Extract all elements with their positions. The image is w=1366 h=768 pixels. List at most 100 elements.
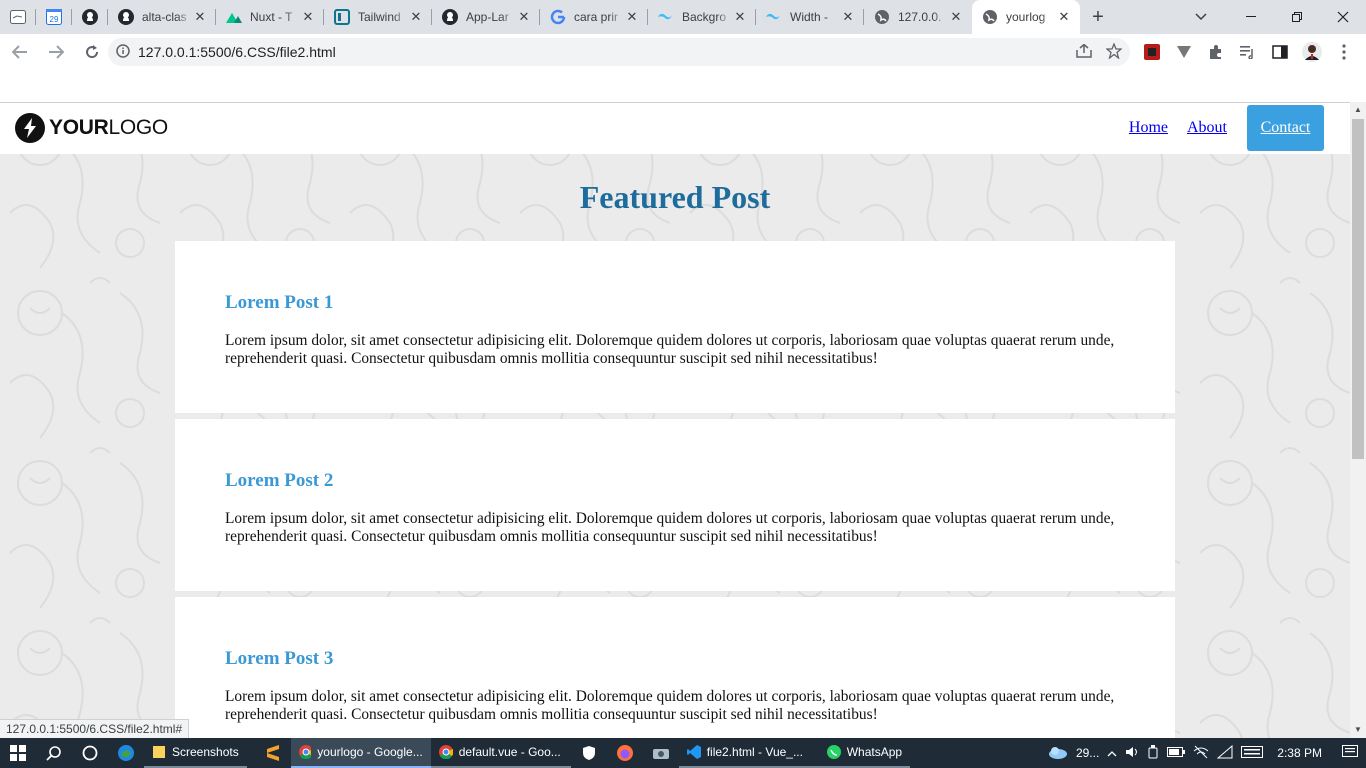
close-icon[interactable]: ✕ bbox=[1056, 9, 1072, 25]
close-icon[interactable]: ✕ bbox=[840, 9, 856, 25]
window-controls bbox=[1228, 0, 1366, 34]
taskbar-app-vscode[interactable]: file2.html - Vue_... bbox=[678, 738, 819, 768]
cortana-icon[interactable] bbox=[72, 738, 108, 768]
profile-avatar[interactable] bbox=[1296, 38, 1328, 66]
side-panel-icon[interactable] bbox=[1264, 38, 1296, 66]
tab-6[interactable]: App-Lar ✕ bbox=[432, 0, 540, 34]
taskbar-app-screenshots[interactable]: Screenshots bbox=[144, 738, 247, 768]
search-icon[interactable] bbox=[36, 738, 72, 768]
tab-8[interactable]: Backgro ✕ bbox=[648, 0, 756, 34]
nav-home-link[interactable]: Home bbox=[1129, 119, 1168, 137]
battery-icon[interactable] bbox=[1167, 746, 1186, 760]
media-queue-icon[interactable] bbox=[1232, 38, 1264, 66]
tab-4[interactable]: Nuxt - T ✕ bbox=[216, 0, 324, 34]
scroll-up-arrow-icon[interactable]: ▲ bbox=[1350, 102, 1366, 118]
browser-toolbar: 127.0.0.1:5500/6.CSS/file2.html bbox=[0, 34, 1366, 70]
page-scrollbar[interactable]: ▲ ▼ bbox=[1350, 102, 1366, 738]
sublime-icon[interactable] bbox=[255, 738, 291, 768]
github-icon bbox=[442, 9, 458, 25]
clock-time[interactable]: 2:38 PM bbox=[1277, 746, 1322, 760]
scroll-down-arrow-icon[interactable]: ▼ bbox=[1350, 722, 1366, 738]
tab-icon bbox=[10, 9, 26, 25]
minimize-icon[interactable] bbox=[1228, 0, 1274, 34]
featured-post-heading: Featured Post bbox=[579, 179, 771, 215]
forward-arrow-icon[interactable] bbox=[40, 36, 72, 68]
close-window-icon[interactable] bbox=[1320, 0, 1366, 34]
globe-icon bbox=[982, 9, 998, 25]
tab-10[interactable]: 127.0.0. ✕ bbox=[864, 0, 972, 34]
new-tab-button[interactable]: + bbox=[1080, 6, 1116, 29]
windows-start-icon[interactable] bbox=[0, 738, 36, 768]
main-nav: Home About Contact bbox=[1110, 105, 1324, 151]
windows-taskbar: Screenshots yourlogo - Google... default… bbox=[0, 738, 1366, 768]
taskbar-app-chrome-yourlogo[interactable]: yourlogo - Google... bbox=[290, 738, 431, 768]
security-shield-icon[interactable] bbox=[571, 738, 607, 768]
tab-search-icon[interactable] bbox=[1186, 0, 1216, 34]
tab-5[interactable]: Tailwind ✕ bbox=[324, 0, 432, 34]
taskbar-app-chrome-default-vue[interactable]: default.vue - Goo... bbox=[430, 738, 571, 768]
camera-app-icon[interactable] bbox=[643, 738, 679, 768]
tab-9[interactable]: Width - ✕ bbox=[756, 0, 864, 34]
tab-1[interactable]: 29 bbox=[36, 0, 72, 34]
firefox-icon[interactable] bbox=[607, 738, 643, 768]
tab-title: alta-clas bbox=[142, 10, 187, 24]
menu-kebab-icon[interactable] bbox=[1328, 38, 1360, 66]
tab-title: yourlog bbox=[1006, 10, 1046, 24]
close-icon[interactable]: ✕ bbox=[732, 9, 748, 25]
bookmark-star-icon[interactable] bbox=[1105, 41, 1123, 62]
post-title: Lorem Post 3 bbox=[225, 648, 334, 669]
address-bar[interactable]: 127.0.0.1:5500/6.CSS/file2.html bbox=[108, 38, 1130, 66]
tab-title: 127.0.0. bbox=[898, 10, 942, 24]
logo-text-bold: YOUR bbox=[49, 116, 109, 139]
taskbar-app-label: default.vue - Goo... bbox=[458, 745, 561, 759]
nav-about-link[interactable]: About bbox=[1187, 119, 1227, 137]
weather-cloud-icon[interactable] bbox=[1046, 745, 1068, 762]
scrollbar-thumb[interactable] bbox=[1352, 119, 1364, 459]
share-icon[interactable] bbox=[1076, 43, 1092, 61]
tab-11-active[interactable]: yourlog ✕ bbox=[972, 0, 1080, 34]
chrome-icon bbox=[438, 745, 453, 759]
site-info-icon[interactable] bbox=[108, 43, 138, 61]
edge-icon[interactable] bbox=[108, 738, 144, 768]
system-tray: 29... 2:38 PM bbox=[1046, 738, 1366, 768]
reload-icon[interactable] bbox=[76, 36, 108, 68]
close-icon[interactable]: ✕ bbox=[624, 9, 640, 25]
close-icon[interactable]: ✕ bbox=[300, 9, 316, 25]
wifi-icon[interactable] bbox=[1216, 744, 1233, 762]
weather-temp[interactable]: 29... bbox=[1076, 746, 1099, 760]
restore-icon[interactable] bbox=[1274, 0, 1320, 34]
url-text[interactable]: 127.0.0.1:5500/6.CSS/file2.html bbox=[138, 44, 336, 60]
tab-2[interactable] bbox=[72, 0, 108, 34]
close-icon[interactable]: ✕ bbox=[516, 9, 532, 25]
tab-0[interactable] bbox=[0, 0, 36, 34]
post-body: Lorem ipsum dolor, sit amet consectetur … bbox=[225, 332, 1115, 367]
post-title: Lorem Post 2 bbox=[225, 470, 334, 491]
tab-7[interactable]: cara prir ✕ bbox=[540, 0, 648, 34]
back-arrow-icon[interactable] bbox=[4, 36, 36, 68]
extension-v-icon[interactable] bbox=[1168, 38, 1200, 66]
post-card-2: Lorem Post 2 Lorem ipsum dolor, sit amet… bbox=[175, 419, 1175, 591]
tab-title: Tailwind bbox=[358, 10, 401, 24]
link-status-bar: 127.0.0.1:5500/6.CSS/file2.html# bbox=[0, 719, 190, 738]
taskbar-app-label: yourlogo - Google... bbox=[317, 745, 423, 759]
nav-contact-button[interactable]: Contact bbox=[1247, 105, 1324, 151]
keyboard-icon[interactable] bbox=[1241, 745, 1264, 761]
battery-plug-icon[interactable] bbox=[1147, 744, 1159, 762]
tab-title: Backgro bbox=[682, 10, 727, 24]
site-logo[interactable]: YOURLOGO bbox=[15, 113, 168, 143]
network-off-icon[interactable] bbox=[1193, 745, 1209, 762]
notification-center-icon[interactable] bbox=[1342, 744, 1358, 762]
post-card-1: Lorem Post 1 Lorem ipsum dolor, sit amet… bbox=[175, 241, 1175, 413]
close-icon[interactable]: ✕ bbox=[408, 9, 424, 25]
post-card-3: Lorem Post 3 Lorem ipsum dolor, sit amet… bbox=[175, 597, 1175, 738]
taskbar-app-whatsapp[interactable]: WhatsApp bbox=[818, 738, 911, 768]
tab-title: Nuxt - T bbox=[250, 10, 293, 24]
volume-icon[interactable] bbox=[1125, 746, 1139, 761]
tab-title: App-Lar bbox=[466, 10, 509, 24]
tab-3[interactable]: alta-clas ✕ bbox=[108, 0, 216, 34]
close-icon[interactable]: ✕ bbox=[192, 9, 208, 25]
extension-red-icon[interactable] bbox=[1136, 38, 1168, 66]
close-icon[interactable]: ✕ bbox=[948, 9, 964, 25]
chevron-up-icon[interactable] bbox=[1107, 746, 1117, 760]
puzzle-icon[interactable] bbox=[1200, 38, 1232, 66]
